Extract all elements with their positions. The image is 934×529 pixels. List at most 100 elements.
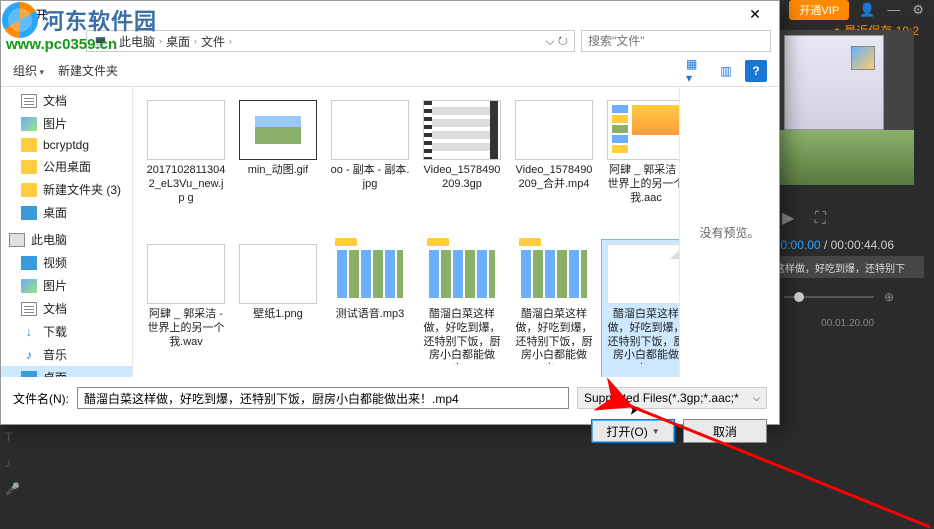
help-icon[interactable]: ? — [745, 60, 767, 82]
filetype-filter[interactable]: Supported Files(*.3gp;*.aac;*⌵ — [577, 387, 767, 409]
open-button[interactable]: 打开(O)▼ — [591, 419, 675, 443]
sidebar-item-label: 文档 — [43, 92, 67, 109]
pc-icon — [9, 233, 25, 247]
file-grid: 2017102811304 2_eL3Vu_new.jp gmin_动图.gif… — [133, 87, 679, 377]
sidebar-item[interactable]: 新建文件夹 (3) — [1, 178, 132, 201]
sidebar-item-label: 下载 — [43, 323, 67, 340]
nav-fwd-icon[interactable]: → — [37, 33, 59, 49]
file-label: oo - 副本 - 副本.jpg — [330, 164, 410, 192]
desk-icon — [21, 206, 37, 220]
file-thumbnail — [515, 244, 593, 304]
file-thumbnail — [239, 244, 317, 304]
sidebar-item[interactable]: ♪音乐 — [1, 343, 132, 366]
sidebar-item[interactable]: 图片 — [1, 274, 132, 297]
organize-menu[interactable]: 组织 — [13, 62, 44, 79]
sidebar-item[interactable]: 图片 — [1, 112, 132, 135]
file-thumbnail — [147, 100, 225, 160]
file-item[interactable]: 阿肆 _ 郭采洁 - 世界上的另一个我.aac — [601, 95, 679, 235]
zoom-control[interactable]: ⊖ ⊕ — [764, 290, 894, 304]
file-label: 醋溜白菜这样做，好吃到爆，还特别下饭，厨房小白都能做出... — [422, 308, 502, 364]
file-thumbnail — [607, 244, 679, 304]
img-icon — [21, 279, 37, 293]
sidebar-item-label: 此电脑 — [31, 231, 67, 248]
file-item[interactable]: 阿肆 _ 郭采洁 - 世界上的另一个我.wav — [141, 239, 231, 377]
crumb[interactable]: 此电脑 — [119, 33, 155, 50]
file-item[interactable]: Video_1578490 209.3gp — [417, 95, 507, 235]
sidebar-item-label: 视频 — [43, 254, 67, 271]
sidebar-item[interactable]: 桌面 — [1, 201, 132, 224]
file-thumbnail — [331, 100, 409, 160]
sidebar-item[interactable]: 公用桌面 — [1, 155, 132, 178]
sidebar-item[interactable]: 视频 — [1, 251, 132, 274]
file-item[interactable]: Video_1578490 209_合并.mp4 — [509, 95, 599, 235]
sidebar-item-label: 图片 — [43, 277, 67, 294]
vid-icon — [21, 256, 37, 270]
file-thumbnail — [331, 244, 409, 304]
min-icon[interactable]: — — [887, 2, 900, 18]
file-item[interactable]: min_动图.gif — [233, 95, 323, 235]
file-label: 测试语音.mp3 — [336, 308, 404, 322]
mic-track-icon[interactable]: 🎤 — [5, 482, 20, 496]
preview-panel — [779, 30, 914, 185]
dialog-title: 打开 — [23, 6, 47, 23]
time-total: 00:00:44.06 — [831, 238, 894, 252]
file-item[interactable]: 壁纸1.png — [233, 239, 323, 377]
file-thumbnail — [423, 100, 501, 160]
search-input[interactable] — [581, 30, 771, 52]
sidebar-item[interactable]: 桌面 — [1, 366, 132, 377]
sidebar-item-label: bcryptdg — [43, 138, 89, 152]
doc-icon — [21, 302, 37, 316]
close-button[interactable]: ✕ — [735, 3, 775, 25]
user-icon[interactable]: 👤 — [859, 2, 875, 18]
new-folder-button[interactable]: 新建文件夹 — [58, 62, 118, 79]
nav-up-icon[interactable]: ↑ — [65, 33, 80, 49]
file-thumbnail — [147, 244, 225, 304]
zoom-in-icon[interactable]: ⊕ — [884, 290, 894, 304]
file-item[interactable]: 醋溜白菜这样做，好吃到爆，还特别下饭，厨房小白都能做出... — [417, 239, 507, 377]
file-item[interactable]: oo - 副本 - 副本.jpg — [325, 95, 415, 235]
app-icon: ◉ — [5, 6, 17, 23]
sidebar-item[interactable]: ↓下载 — [1, 320, 132, 343]
vip-button[interactable]: 开通VIP — [789, 0, 849, 20]
address-bar: ← → ↑ 💻› 此电脑› 桌面› 文件› ⌵ ↻ — [1, 27, 779, 55]
sidebar-item[interactable]: 文档 — [1, 89, 132, 112]
file-item[interactable]: 醋溜白菜这样做，好吃到爆，还特别下饭，厨房小白都能做出... — [509, 239, 599, 377]
settings-icon[interactable]: ⚙ — [912, 2, 924, 18]
folder-icon — [21, 138, 37, 152]
nav-back-icon[interactable]: ← — [9, 33, 31, 49]
dialog-titlebar: ◉ 打开 ✕ — [1, 1, 779, 27]
crumb[interactable]: 文件 — [201, 33, 225, 50]
preview-video — [779, 130, 914, 185]
filename-input[interactable] — [77, 387, 569, 409]
file-item[interactable]: 2017102811304 2_eL3Vu_new.jp g — [141, 95, 231, 235]
sidebar-item-label: 桌面 — [43, 204, 67, 221]
file-label: 醋溜白菜这样做，好吃到爆，还特别下饭，厨房小白都能做出... — [606, 308, 679, 364]
file-label: 壁纸1.png — [253, 308, 303, 322]
file-open-dialog: ◉ 打开 ✕ ← → ↑ 💻› 此电脑› 桌面› 文件› ⌵ ↻ 组织 新建文件… — [0, 0, 780, 425]
file-thumbnail — [423, 244, 501, 304]
file-item[interactable]: 测试语音.mp3 — [325, 239, 415, 377]
view-mode-icon[interactable]: ▦ ▾ — [685, 60, 707, 82]
file-label: Video_1578490 209.3gp — [422, 164, 502, 192]
file-thumbnail — [239, 100, 317, 160]
file-label: 醋溜白菜这样做，好吃到爆，还特别下饭，厨房小白都能做出... — [514, 308, 594, 364]
crumb[interactable]: 桌面 — [166, 33, 190, 50]
preview-column: 没有预览。 — [679, 87, 779, 377]
cancel-button[interactable]: 取消 — [683, 419, 767, 443]
folder-icon — [21, 160, 37, 174]
sidebar-item[interactable]: 文档 — [1, 297, 132, 320]
sidebar-this-pc[interactable]: 此电脑 — [1, 228, 132, 251]
filename-label: 文件名(N): — [13, 390, 69, 407]
sidebar-item[interactable]: bcryptdg — [1, 135, 132, 155]
file-item[interactable]: 醋溜白菜这样做，好吃到爆，还特别下饭，厨房小白都能做出... — [601, 239, 679, 377]
file-label: 阿肆 _ 郭采洁 - 世界上的另一个我.wav — [146, 308, 226, 349]
sidebar-item-label: 公用桌面 — [43, 158, 91, 175]
crumb-dropdown-icon[interactable]: ⌵ ↻ — [545, 34, 568, 49]
zoom-slider[interactable] — [784, 296, 874, 298]
file-label: Video_1578490 209_合并.mp4 — [514, 164, 594, 192]
audio-track-icon[interactable]: ♪ — [5, 456, 20, 470]
img-icon — [21, 117, 37, 131]
preview-pane-icon[interactable]: ▥ — [715, 60, 737, 82]
breadcrumb[interactable]: 💻› 此电脑› 桌面› 文件› ⌵ ↻ — [86, 30, 575, 52]
file-thumbnail — [515, 100, 593, 160]
